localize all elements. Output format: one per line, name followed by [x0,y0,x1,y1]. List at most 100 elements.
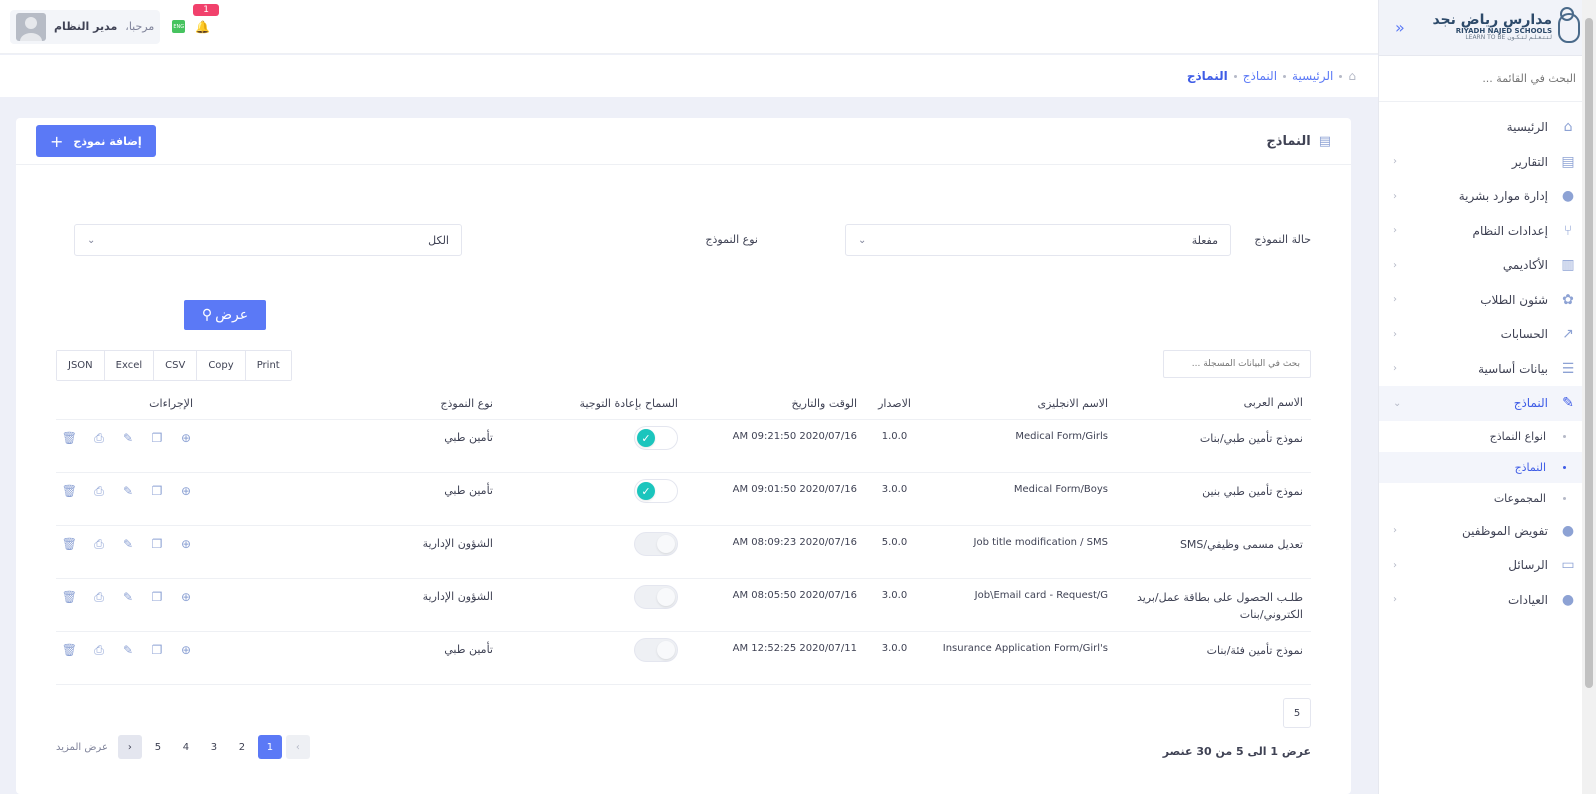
cell-actions: ⊕ ❐ ✎ ⎙ 🗑 [56,537,303,552]
zoom-in-icon[interactable]: ⊕ [179,590,193,605]
edit-icon[interactable]: ✎ [121,590,135,605]
print-icon[interactable]: ⎙ [92,643,106,658]
chevron-left-icon: ‹ [1393,594,1397,606]
trash-icon[interactable]: 🗑 [62,431,77,446]
notification-bell-icon[interactable]: 🔔 1 [193,3,219,34]
page-size-select[interactable]: 5 [1283,698,1311,728]
chart-icon: ↗ [1562,326,1574,343]
breadcrumb-separator [1339,74,1343,78]
next-page-icon[interactable]: ‹ [117,735,142,759]
export-print-button[interactable]: Print [245,351,291,380]
sidebar-item-forms[interactable]: ✎ النماذج ⌄ [1379,386,1596,421]
page-scrollbar[interactable] [1582,0,1596,794]
sidebar-item-messages[interactable]: ▭ الرسائل ‹ [1379,548,1596,583]
trash-icon[interactable]: 🗑 [62,484,77,499]
zoom-in-icon[interactable]: ⊕ [179,537,193,552]
brand-header: مدارس رياض نجد RIYADH NAJED SCHOOLS LEAR… [1379,0,1596,56]
user-greeting: مرحبا، [125,20,155,33]
show-more-link[interactable]: عرض المزيد [56,742,108,753]
copy-icon[interactable]: ❐ [150,431,164,446]
edit-icon[interactable]: ✎ [121,643,135,658]
page-button-2[interactable]: 2 [230,735,254,759]
status-select[interactable]: مفعلة ⌄ [845,224,1231,256]
cell-actions: ⊕ ❐ ✎ ⎙ 🗑 [56,643,303,658]
sidebar-item-hr[interactable]: ● إدارة موارد بشرية ‹ [1379,179,1596,214]
print-icon[interactable]: ⎙ [92,431,106,446]
add-form-label: إضافة نموذج [73,134,142,148]
redirect-toggle[interactable]: ✓ [634,479,678,503]
table-row: نموذج تأمين طبي/بنات Medical Form/Girls … [56,420,1311,473]
language-flag-icon[interactable]: ENG [172,20,186,33]
header-name-en[interactable]: الاسم الانجليزى [926,397,1116,410]
zoom-in-icon[interactable]: ⊕ [179,643,193,658]
redirect-toggle[interactable] [634,532,678,556]
sidebar-toggle-icon[interactable]: « [1395,18,1405,37]
edit-icon[interactable]: ✎ [121,484,135,499]
sidebar-item-clinics[interactable]: ● العيادات ‹ [1379,583,1596,618]
page-button-4[interactable]: 4 [174,735,198,759]
print-icon[interactable]: ⎙ [92,590,106,605]
card-header: ▤ النماذج إضافة نموذج + [16,118,1351,165]
scrollbar-thumb[interactable] [1585,18,1593,688]
sidebar-subitem-form-types[interactable]: انواع النماذج [1379,421,1596,452]
redirect-toggle[interactable]: ✓ [634,426,678,450]
trash-icon[interactable]: 🗑 [62,590,77,605]
table-search-input[interactable] [1163,350,1311,378]
sidebar-item-label: إدارة موارد بشرية [1458,189,1548,204]
export-csv-button[interactable]: CSV [154,351,198,380]
header-datetime[interactable]: الوقت والتاريخ [678,397,863,410]
sidebar-item-reports[interactable]: ▤ التقارير ‹ [1379,145,1596,180]
home-icon[interactable]: ⌂ [1348,69,1356,83]
header-name-ar[interactable]: الاسم العربى [1116,395,1311,412]
zoom-in-icon[interactable]: ⊕ [179,484,193,499]
edit-icon[interactable]: ✎ [121,431,135,446]
redirect-toggle[interactable] [634,638,678,662]
print-icon[interactable]: ⎙ [92,484,106,499]
sidebar-item-home[interactable]: ⌂ الرئيسية [1379,110,1596,145]
page-button-3[interactable]: 3 [202,735,226,759]
user-menu[interactable]: مرحبا، مدير النظام [10,9,161,44]
sidebar-item-accounts[interactable]: ↗ الحسابات ‹ [1379,317,1596,352]
sidebar-search [1379,56,1596,102]
table-row: تعديل مسمى وظيفي/SMS Job title modificat… [56,526,1311,579]
page-button-5[interactable]: 5 [146,735,170,759]
sidebar-item-basic-data[interactable]: ☰ بيانات أساسية ‹ [1379,352,1596,387]
brand-name-ar: مدارس رياض نجد [1432,12,1552,29]
print-icon[interactable]: ⎙ [92,537,106,552]
sidebar-item-delegation[interactable]: ● تفويض الموظفين ‹ [1379,514,1596,549]
redirect-toggle[interactable] [634,585,678,609]
chevron-left-icon: ‹ [1393,259,1397,271]
sidebar-item-settings[interactable]: ⑂ إعدادات النظام ‹ [1379,214,1596,249]
trash-icon[interactable]: 🗑 [62,537,77,552]
header-redirect[interactable]: السماح بإعادة التوجية [493,397,678,410]
export-copy-button[interactable]: Copy [197,351,246,380]
show-button[interactable]: عرض ⚲ [184,300,266,330]
type-filter-label: نوع النموذج [705,233,758,246]
breadcrumb-current[interactable]: النماذج [1187,69,1228,83]
prev-page-icon[interactable]: › [285,735,310,759]
copy-icon[interactable]: ❐ [150,537,164,552]
trash-icon[interactable]: 🗑 [62,643,77,658]
copy-icon[interactable]: ❐ [150,643,164,658]
sidebar-item-students[interactable]: ✿ شئون الطلاب ‹ [1379,283,1596,318]
header-version[interactable]: الاصدار [863,397,926,410]
group-icon: ✿ [1562,291,1574,308]
add-form-button[interactable]: إضافة نموذج + [36,125,156,157]
sidebar-item-academic[interactable]: ▥ الأكاديمي ‹ [1379,248,1596,283]
sidebar-search-input[interactable] [1399,72,1576,85]
sidebar-subitem-forms[interactable]: النماذج [1379,451,1596,483]
brand-tagline: LEARN TO BE لـتـتـعـلـم لـتـكـون [1465,34,1552,42]
export-json-button[interactable]: JSON [57,351,105,380]
zoom-in-icon[interactable]: ⊕ [179,431,193,446]
breadcrumb-home[interactable]: الرئيسية [1292,69,1333,83]
copy-icon[interactable]: ❐ [150,590,164,605]
header-type[interactable]: نوع النموذج [303,397,493,410]
type-select[interactable]: الكل ⌄ [74,224,462,256]
sidebar-subitem-groups[interactable]: المجموعات [1379,483,1596,514]
export-excel-button[interactable]: Excel [104,351,155,380]
brand-logo[interactable]: مدارس رياض نجد RIYADH NAJED SCHOOLS LEAR… [1432,6,1580,43]
edit-icon[interactable]: ✎ [121,537,135,552]
page-button-1[interactable]: 1 [257,735,282,759]
copy-icon[interactable]: ❐ [150,484,164,499]
breadcrumb-forms[interactable]: النماذج [1243,69,1277,83]
